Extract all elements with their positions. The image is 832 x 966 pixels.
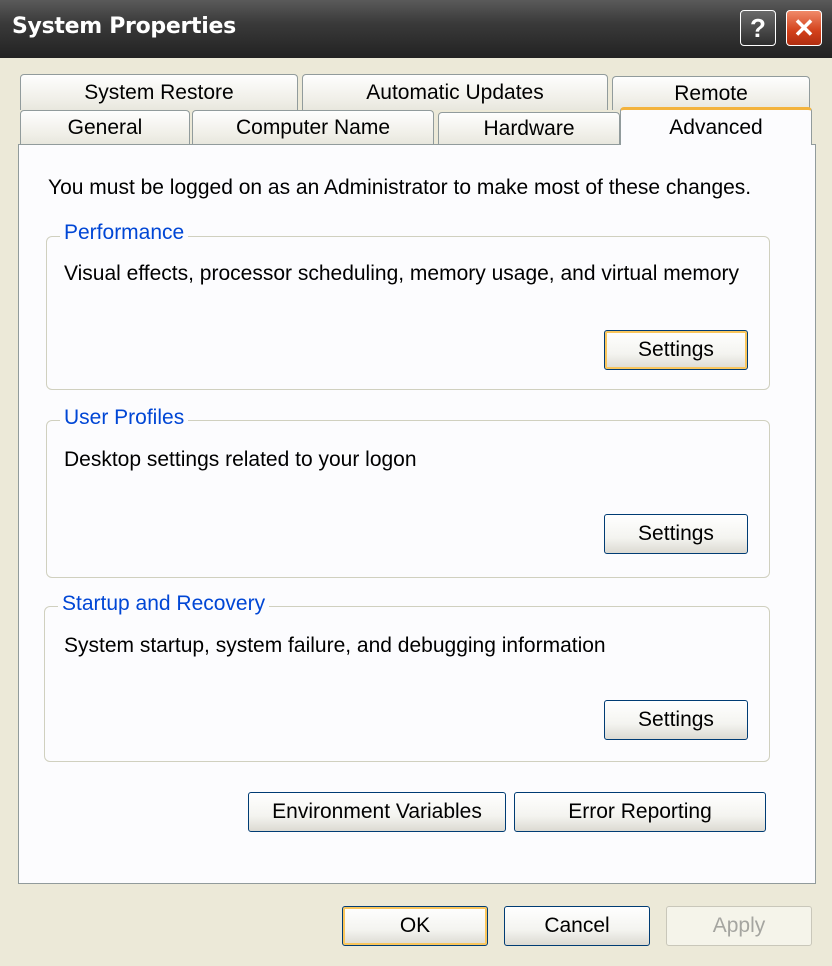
error-reporting-button[interactable]: Error Reporting — [514, 792, 766, 832]
user-profiles-settings-button[interactable]: Settings — [604, 514, 748, 554]
tab-label: Remote — [674, 81, 748, 105]
admin-notice: You must be logged on as an Administrato… — [48, 176, 752, 199]
tab-label: Hardware — [483, 116, 575, 140]
startup-recovery-settings-button[interactable]: Settings — [604, 700, 748, 740]
tab-system-restore[interactable]: System Restore — [20, 74, 298, 110]
user-profiles-group-title: User Profiles — [60, 406, 189, 430]
startup-recovery-group-title: Startup and Recovery — [58, 592, 270, 616]
tab-hardware[interactable]: Hardware — [438, 112, 620, 144]
help-button[interactable]: ? — [740, 10, 776, 46]
performance-group-title: Performance — [60, 221, 189, 245]
user-profiles-description: Desktop settings related to your logon — [64, 448, 417, 471]
tab-label: Advanced — [669, 115, 763, 139]
title-bar[interactable]: System Properties ? ✕ — [0, 0, 832, 58]
system-properties-window: System Properties ? ✕ System Restore Aut… — [0, 0, 832, 966]
dialog-client-area: System Restore Automatic Updates Remote … — [6, 58, 826, 960]
tab-computer-name[interactable]: Computer Name — [192, 110, 434, 144]
environment-variables-button[interactable]: Environment Variables — [248, 792, 506, 832]
tab-general[interactable]: General — [20, 110, 190, 144]
tab-label: General — [67, 115, 143, 139]
apply-button[interactable]: Apply — [666, 906, 812, 946]
close-button[interactable]: ✕ — [786, 10, 822, 46]
tab-automatic-updates[interactable]: Automatic Updates — [302, 74, 608, 110]
tab-label: Computer Name — [235, 115, 391, 139]
tab-label: Automatic Updates — [366, 80, 544, 104]
close-icon: ✕ — [793, 12, 815, 43]
ok-button[interactable]: OK — [342, 906, 488, 946]
performance-settings-button[interactable]: Settings — [604, 330, 748, 370]
tab-advanced[interactable]: Advanced — [620, 107, 812, 145]
help-icon: ? — [750, 12, 766, 43]
performance-description: Visual effects, processor scheduling, me… — [64, 262, 740, 285]
tab-remote[interactable]: Remote — [612, 76, 810, 110]
startup-recovery-description: System startup, system failure, and debu… — [64, 634, 606, 657]
user-profiles-group — [46, 420, 770, 578]
window-title: System Properties — [12, 14, 236, 39]
cancel-button[interactable]: Cancel — [504, 906, 650, 946]
tab-label: System Restore — [84, 80, 234, 104]
